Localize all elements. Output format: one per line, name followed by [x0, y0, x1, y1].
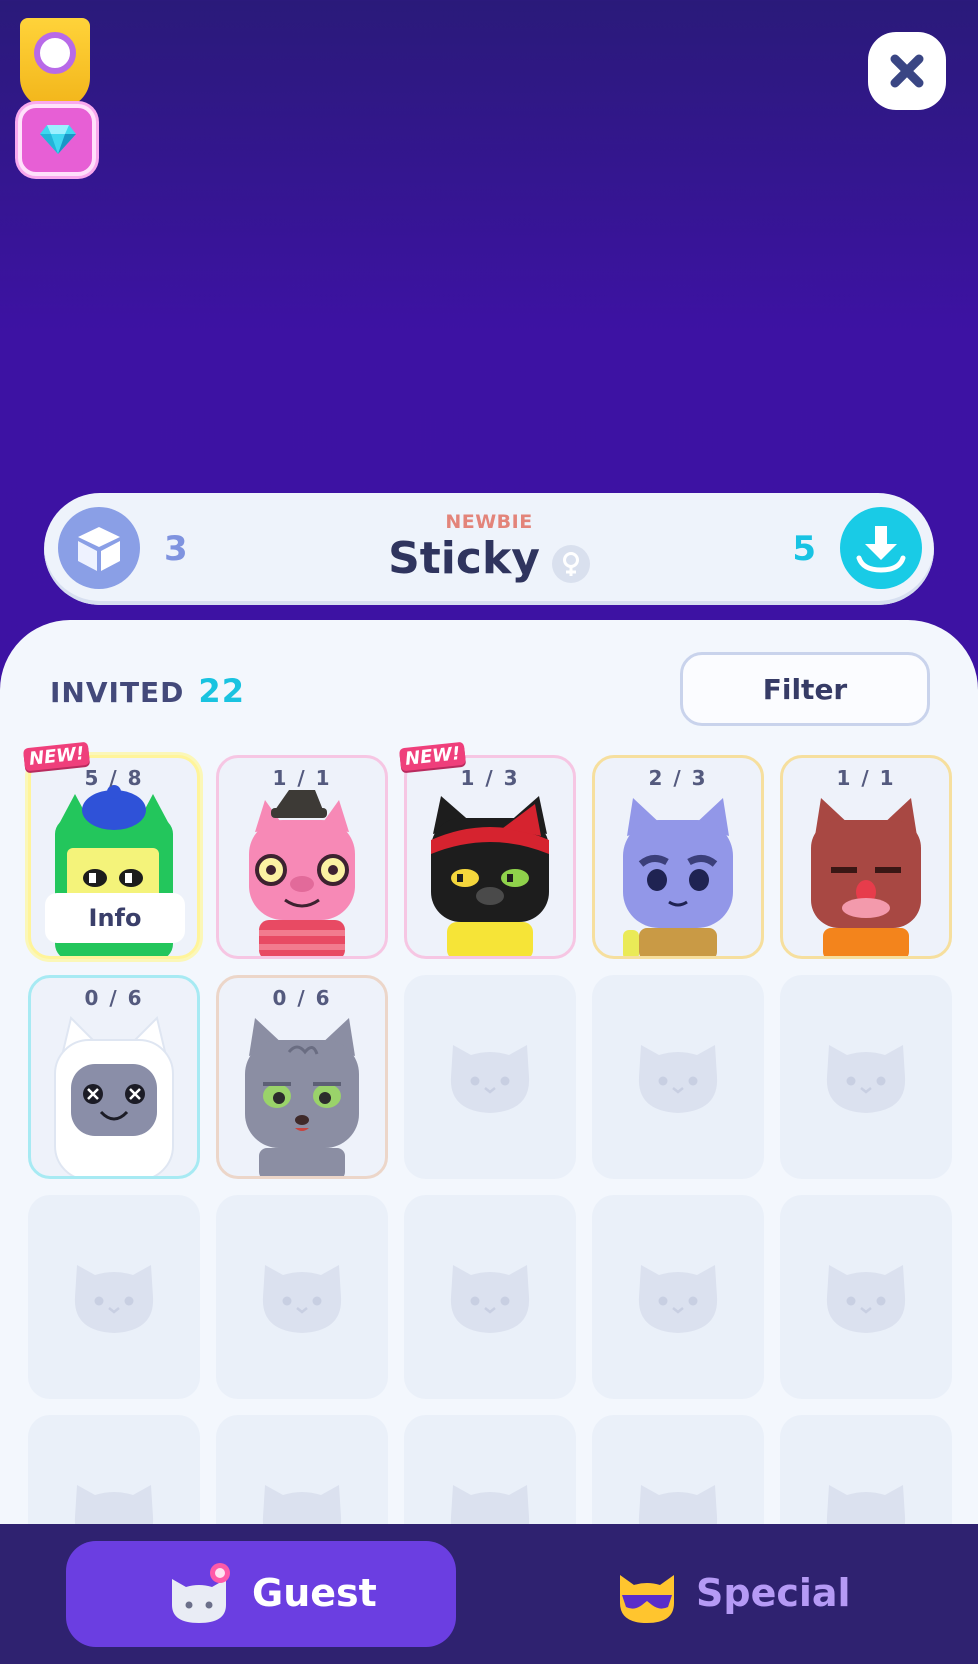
black-cat-character — [431, 796, 549, 956]
blue-cat-character — [623, 798, 733, 956]
special-cat-icon — [620, 1575, 674, 1623]
gray-cat-character — [245, 1018, 359, 1176]
profile-bar: 3 NEWBIE Sticky 5 — [44, 493, 934, 605]
guest-card[interactable]: 5 / 8 Info — [28, 755, 200, 959]
guest-count: 5 / 8 — [84, 766, 144, 790]
filter-button[interactable]: Filter — [680, 652, 930, 726]
guest-card[interactable]: 0 / 6 — [216, 975, 388, 1179]
guest-count: 0 / 6 — [272, 986, 332, 1010]
tab-special[interactable]: Special — [600, 1541, 900, 1647]
empty-slot — [592, 975, 764, 1179]
bottom-tab-bar: Guest Special — [0, 1524, 978, 1664]
cat-silhouette-icon — [826, 1265, 906, 1333]
empty-slot — [216, 1195, 388, 1399]
close-icon — [890, 54, 924, 88]
empty-slot — [28, 1195, 200, 1399]
guest-count: 1 / 1 — [836, 766, 896, 790]
downloads-count: 5 — [792, 529, 816, 569]
cat-coin-icon — [34, 32, 76, 74]
pink-pig-character — [249, 790, 355, 956]
invited-counter: INVITED 22 — [50, 672, 245, 710]
tab-guest-label: Guest — [252, 1571, 377, 1615]
guest-card[interactable]: 1 / 3 — [404, 755, 576, 959]
currency-badges[interactable] — [18, 18, 96, 176]
diamond-icon — [40, 125, 76, 154]
download-button[interactable] — [840, 507, 922, 589]
invited-label: INVITED — [50, 676, 185, 709]
download-icon — [856, 526, 906, 573]
female-icon — [551, 544, 590, 583]
cat-silhouette-icon — [450, 1265, 530, 1333]
cat-silhouette-icon — [450, 1045, 530, 1113]
guest-count: 1 / 3 — [460, 766, 520, 790]
guest-card[interactable]: 2 / 3 — [592, 755, 764, 959]
guest-panel: INVITED 22 Filter 5 / 8 Info 1 / 1 1 / 3… — [0, 620, 978, 1664]
empty-slot — [780, 1195, 952, 1399]
guest-card[interactable]: 0 / 6 — [28, 975, 200, 1179]
empty-slot — [592, 1195, 764, 1399]
guest-card[interactable]: 1 / 1 — [780, 755, 952, 959]
empty-slot — [404, 1195, 576, 1399]
white-cat-character — [54, 1016, 174, 1176]
cat-silhouette-icon — [74, 1265, 154, 1333]
tab-guest[interactable]: Guest — [66, 1541, 456, 1647]
gem-badge[interactable] — [18, 104, 96, 176]
invited-count: 22 — [198, 672, 245, 710]
guest-count: 2 / 3 — [648, 766, 708, 790]
empty-slot — [780, 975, 952, 1179]
cat-silhouette-icon — [826, 1045, 906, 1113]
info-button[interactable]: Info — [45, 893, 185, 943]
guest-cat-icon — [172, 1563, 230, 1623]
empty-slot — [404, 975, 576, 1179]
cat-coin-badge[interactable] — [20, 18, 90, 108]
cat-silhouette-icon — [638, 1045, 718, 1113]
character-name: Sticky — [388, 533, 540, 584]
cat-silhouette-icon — [638, 1265, 718, 1333]
red-cat-character — [811, 798, 921, 956]
guest-card[interactable]: 1 / 1 — [216, 755, 388, 959]
guest-count: 1 / 1 — [272, 766, 332, 790]
tab-special-label: Special — [696, 1571, 851, 1615]
close-button[interactable] — [868, 32, 946, 110]
cat-silhouette-icon — [262, 1265, 342, 1333]
guest-count: 0 / 6 — [84, 986, 144, 1010]
